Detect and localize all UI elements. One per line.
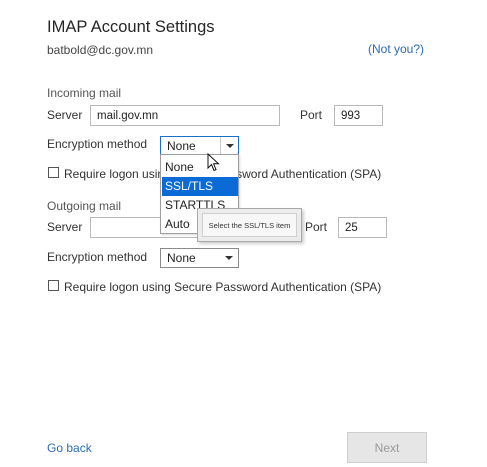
incoming-encryption-label: Encryption method <box>47 137 148 151</box>
incoming-encryption-value: None <box>167 139 196 153</box>
dropdown-option-none[interactable]: None <box>162 158 238 177</box>
incoming-server-label: Server <box>47 108 83 122</box>
outgoing-server-label: Server <box>47 220 83 234</box>
outgoing-encryption-select[interactable]: None <box>160 248 239 268</box>
chevron-down-icon[interactable] <box>220 137 238 155</box>
outgoing-spa-checkbox[interactable] <box>48 280 59 291</box>
next-button[interactable]: Next <box>347 432 427 463</box>
page-title: IMAP Account Settings <box>47 18 215 36</box>
incoming-server-input[interactable] <box>90 105 280 126</box>
account-email: batbold@dc.gov.mn <box>47 43 154 57</box>
instruction-tooltip: Select the SSL/TLS item <box>197 208 302 242</box>
incoming-section-title: Incoming mail <box>47 86 122 100</box>
incoming-encryption-select[interactable]: None <box>160 136 239 156</box>
not-you-link[interactable]: (Not you?) <box>368 42 424 56</box>
outgoing-port-label: Port <box>305 220 328 234</box>
go-back-link[interactable]: Go back <box>47 441 92 455</box>
mouse-cursor-icon <box>207 153 220 172</box>
incoming-spa-checkbox[interactable] <box>48 167 59 178</box>
incoming-port-input[interactable] <box>334 105 383 126</box>
outgoing-spa-label: Require logon using Secure Password Auth… <box>64 280 382 294</box>
tooltip-text: Select the SSL/TLS item <box>202 213 297 237</box>
outgoing-port-input[interactable] <box>338 217 387 238</box>
outgoing-encryption-label: Encryption method <box>47 250 148 264</box>
chevron-down-icon[interactable] <box>220 249 238 267</box>
outgoing-encryption-value: None <box>167 251 196 265</box>
incoming-port-label: Port <box>300 108 323 122</box>
outgoing-section-title: Outgoing mail <box>47 199 122 213</box>
dropdown-option-ssl-tls[interactable]: SSL/TLS <box>162 177 238 196</box>
